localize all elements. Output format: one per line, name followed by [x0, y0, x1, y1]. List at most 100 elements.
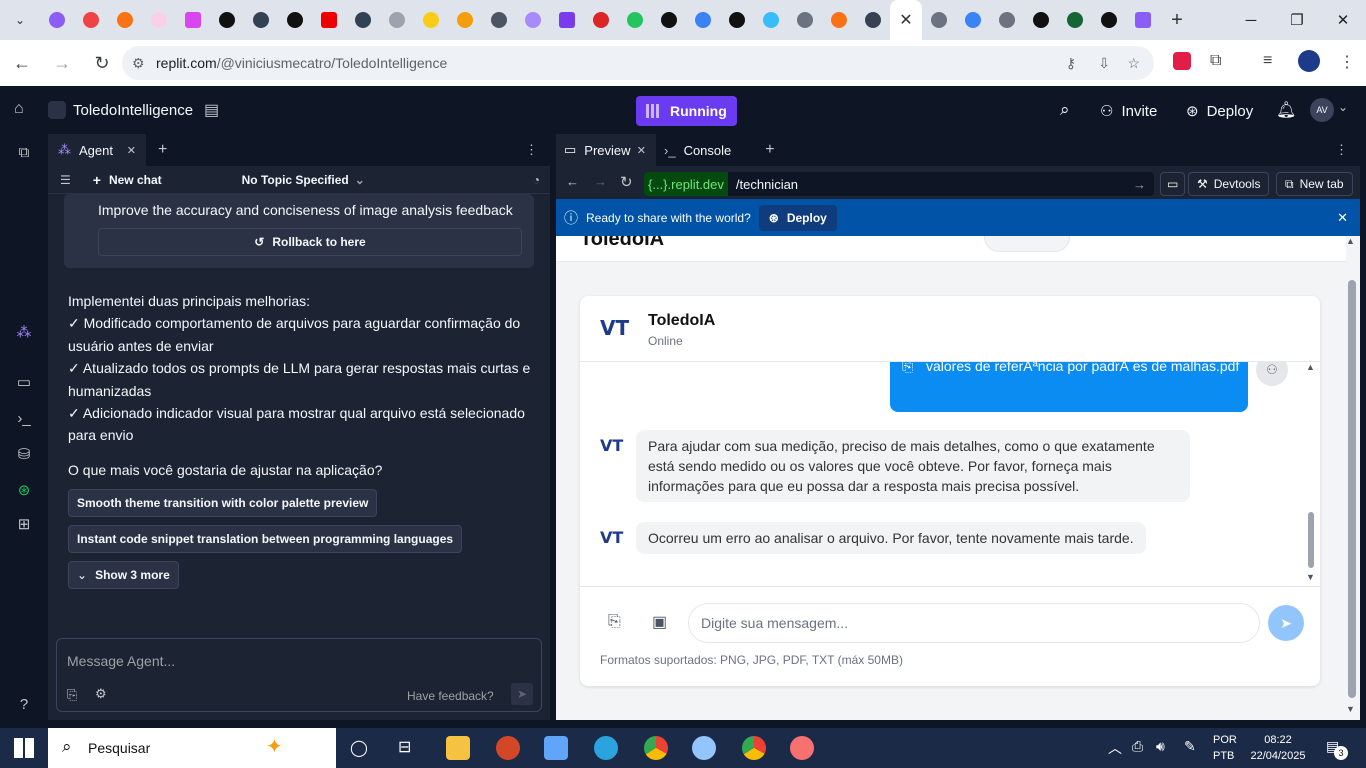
all-tools-grid-icon[interactable]: ⊞: [12, 512, 36, 536]
chat-history-icon[interactable]: ☰: [60, 173, 71, 187]
chat-message-input[interactable]: Digite sua mensagem...: [688, 603, 1260, 643]
suggestion-chip[interactable]: Instant code snippet translation between…: [68, 525, 463, 553]
files-panel-icon[interactable]: ⧉: [12, 140, 36, 164]
clock[interactable]: 08:22 22/04/2025: [1246, 732, 1310, 764]
password-key-icon[interactable]: ⚷: [1066, 55, 1076, 72]
tab-favicon-icon[interactable]: [380, 0, 414, 40]
usage-gauge-icon[interactable]: ◔: [533, 173, 540, 187]
tab-favicon-icon[interactable]: [1126, 0, 1160, 40]
page-scroll-down-icon[interactable]: ▼: [1346, 704, 1355, 714]
run-status-button[interactable]: Running: [636, 96, 737, 126]
back-arrow-icon[interactable]: ←: [4, 45, 40, 81]
language-indicator[interactable]: POR PTB: [1213, 732, 1237, 764]
forward-arrow-icon[interactable]: →: [44, 45, 80, 81]
deployments-tool-icon[interactable]: ⊛: [12, 478, 36, 502]
forward-arrow-icon[interactable]: →: [594, 174, 607, 189]
paint-icon[interactable]: [692, 736, 716, 760]
suggestion-chip[interactable]: Smooth theme transition with color palet…: [68, 489, 378, 517]
webview-tool-icon[interactable]: ▭: [12, 370, 36, 394]
user-menu-chevron-icon[interactable]: ⌄: [1338, 100, 1348, 114]
agent-tool-icon[interactable]: ⁂: [12, 320, 36, 344]
powerpoint-icon[interactable]: [496, 736, 520, 760]
tab-favicon-icon[interactable]: [516, 0, 550, 40]
attach-paperclip-icon[interactable]: ⎘: [608, 613, 621, 631]
add-tab-icon[interactable]: +: [765, 141, 774, 159]
panel-menu-icon[interactable]: ⋮: [525, 142, 538, 158]
pen-icon[interactable]: ✎: [1184, 738, 1196, 755]
tray-chevron-icon[interactable]: ︿: [1108, 738, 1122, 758]
show-more-button[interactable]: ⌄ Show 3 more: [68, 561, 179, 589]
tab-preview[interactable]: ▭ Preview ✕: [556, 134, 656, 166]
site-info-icon[interactable]: ⚙: [132, 55, 145, 72]
notifications-bell-icon[interactable]: 🔔︎: [1276, 100, 1296, 120]
tab-favicon-icon[interactable]: [1058, 0, 1092, 40]
invite-button[interactable]: ⚇ Invite: [1100, 98, 1157, 124]
project-name[interactable]: ToledoIntelligence: [73, 102, 193, 119]
extensions-puzzle-icon[interactable]: ⧉: [1210, 52, 1221, 70]
tab-favicon-icon[interactable]: [618, 0, 652, 40]
preview-url-input[interactable]: {...}.replit.dev /technician →: [644, 172, 1154, 196]
tab-favicon-icon[interactable]: [346, 0, 380, 40]
replit-dev-domain[interactable]: {...}.replit.dev: [644, 172, 728, 196]
windows-start-icon[interactable]: [14, 738, 34, 758]
close-banner-icon[interactable]: ✕: [1337, 210, 1348, 226]
volume-icon[interactable]: 🔊︎: [1156, 738, 1165, 755]
add-tab-icon[interactable]: +: [158, 141, 167, 159]
tab-favicon-icon[interactable]: [686, 0, 720, 40]
browser-menu-icon[interactable]: ⋮: [1339, 52, 1355, 72]
close-tab-icon[interactable]: ✕: [127, 144, 136, 157]
tab-favicon-icon[interactable]: [278, 0, 312, 40]
restore-icon[interactable]: ❐: [1274, 0, 1320, 40]
tab-console[interactable]: ›_ Console: [664, 143, 731, 158]
agent-message-input[interactable]: Message Agent...: [67, 653, 175, 669]
tab-favicon-icon[interactable]: [652, 0, 686, 40]
tab-favicon-icon[interactable]: [74, 0, 108, 40]
attach-paperclip-icon[interactable]: ⎘: [67, 687, 77, 703]
widgets-icon[interactable]: ⊟: [398, 737, 411, 757]
tab-favicon-icon[interactable]: [754, 0, 788, 40]
send-message-button[interactable]: ➤: [1268, 605, 1304, 641]
new-chat-button[interactable]: + New chat: [93, 172, 162, 188]
tab-list-chevron-icon[interactable]: ⌄: [0, 0, 40, 40]
extension-red-icon[interactable]: [1173, 52, 1191, 70]
chrome-profile-icon[interactable]: [742, 736, 766, 760]
tab-favicon-icon[interactable]: [176, 0, 210, 40]
settings-gear-icon[interactable]: ⚙: [95, 686, 107, 702]
scroll-up-icon[interactable]: ▲: [1306, 362, 1315, 372]
help-icon[interactable]: ?: [12, 692, 36, 716]
tab-favicon-icon[interactable]: [956, 0, 990, 40]
back-arrow-icon[interactable]: ←: [566, 174, 579, 189]
tab-favicon-icon[interactable]: [788, 0, 822, 40]
search-icon[interactable]: ⌕: [1060, 100, 1070, 120]
active-tab-close-button[interactable]: ✕: [890, 0, 922, 40]
profile-avatar[interactable]: [1298, 50, 1320, 72]
media-control-icon[interactable]: ≡: [1263, 52, 1272, 70]
chrome-icon[interactable]: [644, 736, 668, 760]
tab-favicon-icon[interactable]: [482, 0, 516, 40]
tab-favicon-icon[interactable]: [550, 0, 584, 40]
tab-favicon-icon[interactable]: [448, 0, 482, 40]
database-tool-icon[interactable]: ⛁: [12, 442, 36, 466]
topic-selector[interactable]: No Topic Specified ⌄: [242, 173, 365, 187]
tab-favicon-icon[interactable]: [244, 0, 278, 40]
install-app-icon[interactable]: ⇩: [1098, 55, 1110, 72]
telegram-icon[interactable]: [594, 736, 618, 760]
tab-favicon-icon[interactable]: [414, 0, 448, 40]
network-icon[interactable]: ⎙: [1132, 738, 1143, 755]
tab-favicon-icon[interactable]: [990, 0, 1024, 40]
page-scrollbar-thumb[interactable]: [1348, 280, 1356, 698]
panel-menu-icon[interactable]: ⋮: [1335, 142, 1348, 158]
tab-favicon-icon[interactable]: [922, 0, 956, 40]
minimize-icon[interactable]: ─: [1228, 0, 1274, 40]
bookmark-star-icon[interactable]: ☆: [1127, 55, 1140, 72]
banner-deploy-button[interactable]: ⊛ Deploy: [758, 204, 837, 231]
rollback-button[interactable]: ↺ Rollback to here: [98, 228, 522, 256]
open-url-arrow-icon[interactable]: →: [1133, 177, 1146, 192]
url-omnibox[interactable]: ⚙ replit.com/@viniciusmecatro/ToledoInte…: [122, 46, 1154, 80]
tab-favicon-icon[interactable]: [1024, 0, 1058, 40]
project-info-icon[interactable]: ▤: [204, 100, 219, 120]
tab-favicon-icon[interactable]: [720, 0, 754, 40]
reload-icon[interactable]: ↻: [620, 173, 633, 191]
tab-favicon-icon[interactable]: [856, 0, 890, 40]
tab-favicon-icon[interactable]: [40, 0, 74, 40]
